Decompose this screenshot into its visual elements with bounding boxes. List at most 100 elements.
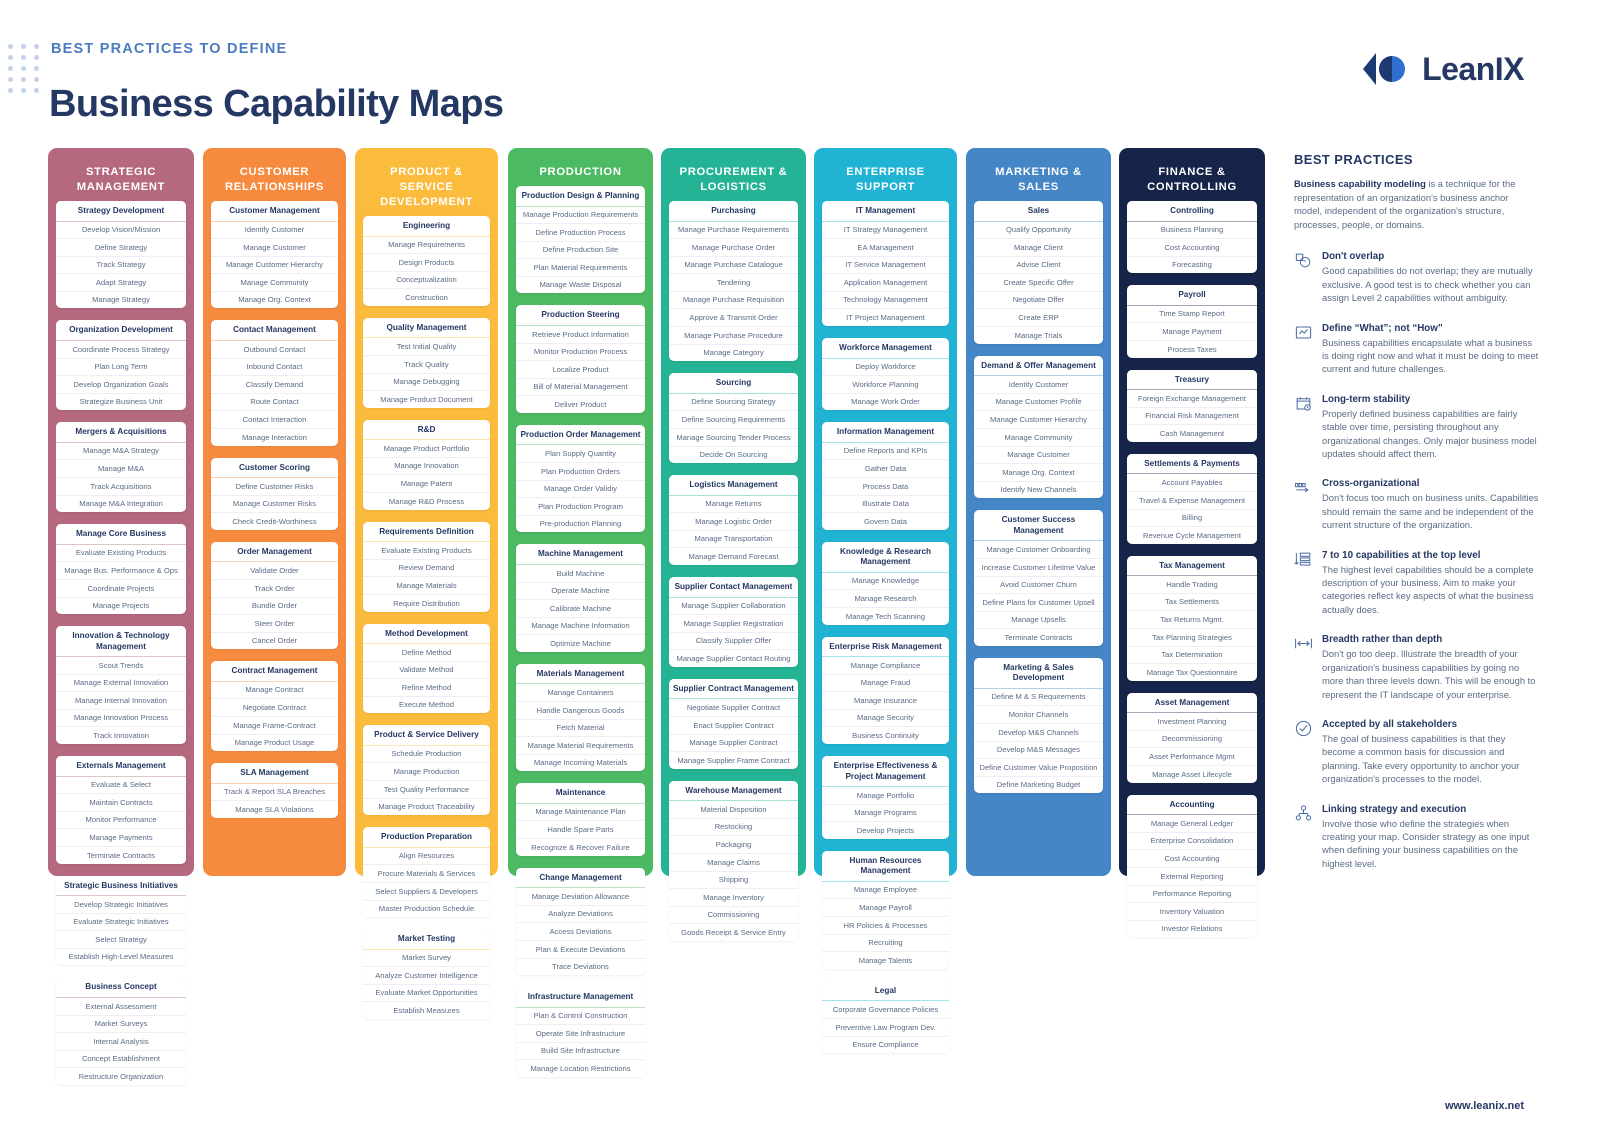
capability-item[interactable]: Manage M&A Integration bbox=[56, 494, 186, 513]
capability-item[interactable]: Manage Customer bbox=[974, 445, 1103, 464]
capability-item[interactable]: Identify Customer bbox=[211, 220, 338, 239]
capability-item[interactable]: External Reporting bbox=[1127, 866, 1257, 885]
capability-item[interactable]: Manage Patent bbox=[363, 474, 490, 492]
capability-item[interactable]: Manage Product Portfolio bbox=[363, 439, 490, 457]
capability-group[interactable]: Contract Management Manage Contract Negoti… bbox=[211, 661, 338, 752]
capability-item[interactable]: Manage Org. Context bbox=[211, 290, 338, 309]
capability-item[interactable]: Manage Purchase Requisition bbox=[669, 290, 798, 309]
capability-item[interactable]: Handle Trading bbox=[1127, 575, 1257, 593]
capability-group[interactable]: Innovation & Technology Management Scout … bbox=[56, 626, 186, 745]
capability-item[interactable]: Increase Customer Lifetime Value bbox=[974, 557, 1103, 576]
capability-item[interactable]: Account Payables bbox=[1127, 473, 1257, 491]
capability-item[interactable]: Bundle Order bbox=[211, 596, 338, 615]
capability-item[interactable]: Workforce Planning bbox=[822, 375, 949, 393]
capability-item[interactable]: Decommissioning bbox=[1127, 729, 1257, 748]
capability-item[interactable]: Manage Compliance bbox=[822, 656, 949, 674]
capability-item[interactable]: Manage Contract bbox=[211, 680, 338, 699]
capability-group[interactable]: Strategy Development Develop Vision/Missi… bbox=[56, 201, 186, 309]
capability-item[interactable]: Manage Material Requirements bbox=[516, 736, 645, 754]
capability-item[interactable]: Construction bbox=[363, 288, 490, 306]
capability-item[interactable]: Application Management bbox=[822, 273, 949, 291]
capability-item[interactable]: Build Site Infrastructure bbox=[516, 1041, 645, 1060]
capability-group[interactable]: Production Order Management Plan Supply Q… bbox=[516, 424, 645, 533]
capability-item[interactable]: Manage Asset Lifecycle bbox=[1127, 765, 1257, 783]
capability-item[interactable]: Manage Production Requirements bbox=[516, 205, 645, 224]
capability-group[interactable]: Supplier Contract Management Negotiate Su… bbox=[669, 678, 798, 769]
capability-item[interactable]: Manage Trials bbox=[974, 326, 1103, 344]
capability-item[interactable]: Business Planning bbox=[1127, 220, 1257, 239]
capability-item[interactable]: Adapt Strategy bbox=[56, 273, 186, 291]
capability-item[interactable]: External Assessment bbox=[56, 996, 186, 1015]
capability-group[interactable]: Enterprise Risk Management Manage Complia… bbox=[822, 636, 949, 745]
capability-item[interactable]: Fetch Material bbox=[516, 718, 645, 737]
capability-item[interactable]: Deliver Product bbox=[516, 395, 645, 413]
capability-group[interactable]: Enterprise Effectiveness & Project Manag… bbox=[822, 756, 949, 839]
capability-item[interactable]: Packaging bbox=[669, 835, 798, 853]
capability-item[interactable]: Internal Analysis bbox=[56, 1032, 186, 1050]
capability-item[interactable]: Track Acquisitions bbox=[56, 477, 186, 495]
capability-item[interactable]: Evaluate & Select bbox=[56, 775, 186, 794]
capability-item[interactable]: Bill of Material Management bbox=[516, 377, 645, 396]
capability-item[interactable]: Manage Purchase Catalogue bbox=[669, 255, 798, 274]
capability-item[interactable]: Manage Work Order bbox=[822, 392, 949, 411]
capability-item[interactable]: Negotiate Supplier Contract bbox=[669, 698, 798, 716]
capability-item[interactable]: Manage Internal Innovation bbox=[56, 691, 186, 709]
capability-item[interactable]: Select Strategy bbox=[56, 930, 186, 948]
capability-item[interactable]: Manage Strategy bbox=[56, 290, 186, 309]
capability-group[interactable]: Product & Service Delivery Schedule Produ… bbox=[363, 725, 490, 816]
capability-item[interactable]: Manage Interaction bbox=[211, 427, 338, 446]
capability-item[interactable]: Inbound Contact bbox=[211, 357, 338, 376]
capability-item[interactable]: Manage R&D Process bbox=[363, 492, 490, 510]
capability-item[interactable]: Tax Determination bbox=[1127, 645, 1257, 664]
capability-item[interactable]: Maintain Contracts bbox=[56, 793, 186, 811]
capability-item[interactable]: Investor Relations bbox=[1127, 919, 1257, 938]
capability-item[interactable]: Recognize & Recover Failure bbox=[516, 838, 645, 856]
capability-item[interactable]: Manage Client bbox=[974, 238, 1103, 256]
capability-group[interactable]: Tax Management Handle Trading Tax Settleme… bbox=[1127, 555, 1257, 681]
capability-item[interactable]: Identity Customer bbox=[974, 375, 1103, 393]
capability-item[interactable]: Manage Customer bbox=[211, 238, 338, 256]
capability-item[interactable]: Evaluate Market Opportunities bbox=[363, 983, 490, 1002]
capability-item[interactable]: Plan Production Program bbox=[516, 497, 645, 515]
capability-item[interactable]: IT Project Management bbox=[822, 308, 949, 326]
capability-group[interactable]: Externals Management Evaluate & Select Mai… bbox=[56, 756, 186, 864]
capability-item[interactable]: Manage Tech Scanning bbox=[822, 607, 949, 625]
capability-item[interactable]: Retrieve Product Information bbox=[516, 324, 645, 343]
capability-item[interactable]: Build Machine bbox=[516, 563, 645, 582]
capability-item[interactable]: Tendering bbox=[669, 273, 798, 291]
capability-group[interactable]: Market Testing Market Survey Analyze Custo… bbox=[363, 929, 490, 1019]
capability-item[interactable]: Design Products bbox=[363, 253, 490, 271]
capability-item[interactable]: Route Contact bbox=[211, 392, 338, 411]
capability-item[interactable]: Financial Risk Management bbox=[1127, 406, 1257, 425]
capability-item[interactable]: Manage Payments bbox=[56, 828, 186, 846]
capability-item[interactable]: Manage Production bbox=[363, 762, 490, 780]
capability-item[interactable]: Develop Vision/Mission bbox=[56, 220, 186, 239]
capability-item[interactable]: Manage External Innovation bbox=[56, 673, 186, 692]
capability-item[interactable]: Test Quality Performance bbox=[363, 780, 490, 798]
capability-item[interactable]: Plan Long Term bbox=[56, 357, 186, 376]
capability-item[interactable]: Manage Requirements bbox=[363, 235, 490, 254]
capability-group[interactable]: Marketing & Sales Development Define M & … bbox=[974, 657, 1103, 794]
capability-item[interactable]: Cost Accounting bbox=[1127, 238, 1257, 256]
capability-item[interactable]: Plan Supply Quantity bbox=[516, 444, 645, 462]
capability-group[interactable]: Purchasing Manage Purchase Requirements Ma… bbox=[669, 201, 798, 362]
capability-item[interactable]: Procure Materials & Services bbox=[363, 864, 490, 882]
capability-item[interactable]: Develop M&S Messages bbox=[974, 740, 1103, 759]
capability-item[interactable]: Manage Demand Forecast bbox=[669, 547, 798, 565]
capability-item[interactable]: Manage Community bbox=[974, 427, 1103, 446]
capability-group[interactable]: Logistics Management Manage Returns Manage… bbox=[669, 475, 798, 565]
capability-item[interactable]: Coordinate Projects bbox=[56, 578, 186, 597]
capability-item[interactable]: Schedule Production bbox=[363, 744, 490, 763]
capability-item[interactable]: Define Plans for Customer Upsell bbox=[974, 593, 1103, 611]
capability-group[interactable]: Sales Qualify Opportunity Manage Client Adv… bbox=[974, 201, 1103, 344]
capability-item[interactable]: Manage Knowledge bbox=[822, 571, 949, 590]
capability-item[interactable]: IT Service Management bbox=[822, 255, 949, 274]
capability-item[interactable]: Plan & Control Construction bbox=[516, 1006, 645, 1025]
capability-item[interactable]: Manage Customer Onboarding bbox=[974, 540, 1103, 558]
capability-item[interactable]: Time Stamp Report bbox=[1127, 304, 1257, 323]
capability-item[interactable]: Manage Debugging bbox=[363, 372, 490, 391]
capability-item[interactable]: Manage Tax Questionnaire bbox=[1127, 663, 1257, 681]
capability-item[interactable]: Calibrate Machine bbox=[516, 599, 645, 617]
capability-item[interactable]: Conceptualization bbox=[363, 270, 490, 289]
capability-item[interactable]: Strategize Business Unit bbox=[56, 392, 186, 411]
